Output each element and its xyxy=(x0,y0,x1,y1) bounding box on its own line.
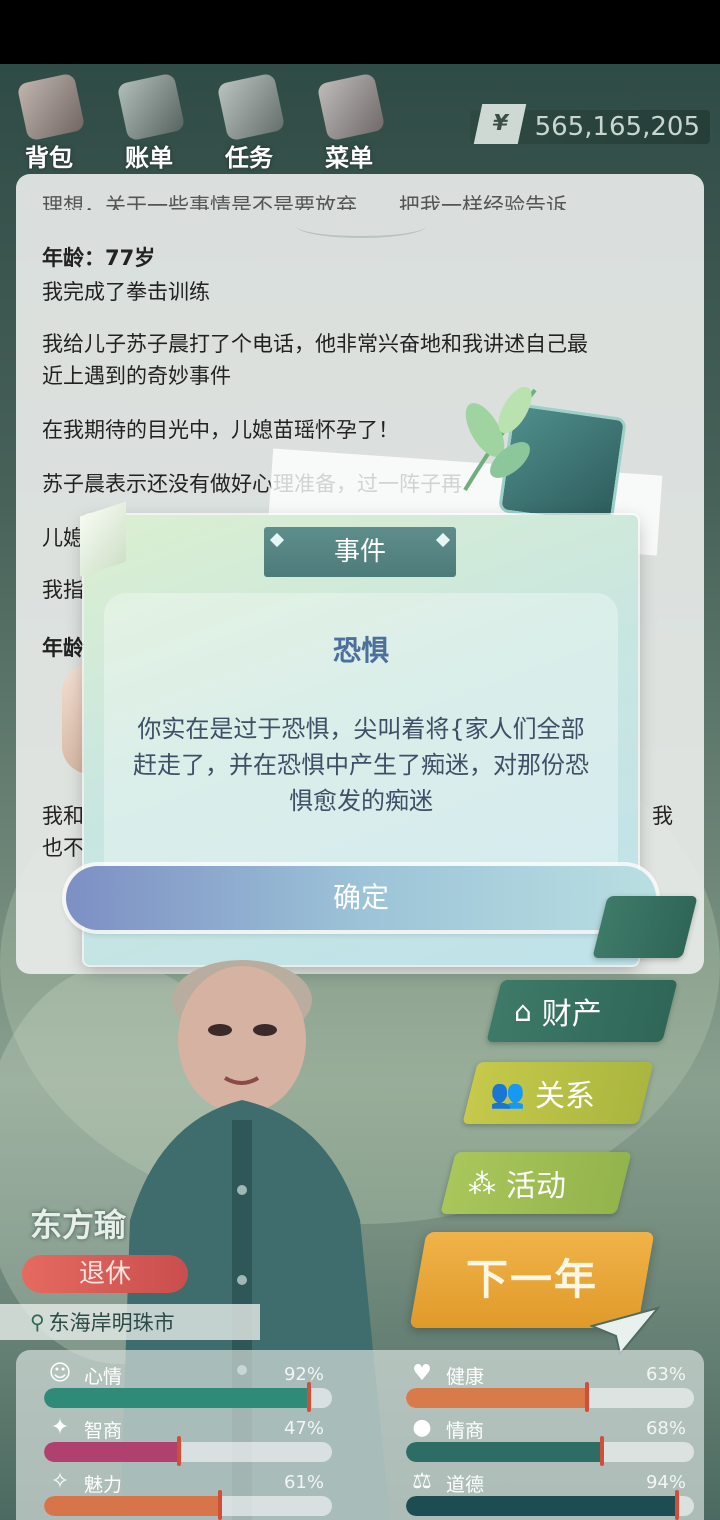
leaf-decor xyxy=(463,386,537,492)
nav-bag-label: 背包 xyxy=(25,144,73,172)
log-cut-line: 理想，关于一些事情是不是要放弃……把我一样经验告诉 xyxy=(42,194,567,210)
stat-percent: 92% xyxy=(283,1364,324,1385)
stat-percent: 68% xyxy=(645,1418,686,1439)
stat-name: 情商 xyxy=(446,1420,485,1442)
bubbles-icon: ⁂ xyxy=(468,1166,496,1200)
modal-title: 恐惧 xyxy=(332,634,389,667)
stat-track xyxy=(406,1496,694,1516)
bag-icon xyxy=(16,72,86,142)
stat-marker xyxy=(177,1436,182,1466)
log-age-label-next: 年龄 xyxy=(42,636,84,660)
bulb-icon: ✦ xyxy=(50,1415,70,1440)
stat-fill xyxy=(44,1442,180,1462)
nav-menu-button[interactable]: 菜单 xyxy=(304,70,394,172)
nav-bill-button[interactable]: 账单 xyxy=(104,70,194,172)
log-entry: 我完成了拳击训练 xyxy=(42,280,210,304)
stat-name: 智商 xyxy=(84,1420,123,1442)
stat-percent: 61% xyxy=(283,1472,324,1493)
job-badge: 退休 xyxy=(22,1255,188,1293)
nav-task-button[interactable]: 任务 xyxy=(204,70,294,172)
stat-marker xyxy=(599,1436,604,1466)
house-icon: ⌂ xyxy=(514,994,532,1028)
stat-eq[interactable]: ● 情商 68% xyxy=(400,1412,694,1466)
star-icon: ✧ xyxy=(50,1469,70,1494)
nav-bag-button[interactable]: 背包 xyxy=(4,70,94,172)
nav-task-label: 任务 xyxy=(225,144,273,172)
stat-name: 心情 xyxy=(84,1366,123,1388)
modal-message: 你实在是过于恐惧，尖叫着将{家人们全部赶走了，并在恐惧中产生了痴迷，对那份恐惧愈… xyxy=(133,715,589,815)
stat-marker xyxy=(585,1382,590,1412)
nav-menu-label: 菜单 xyxy=(325,144,373,172)
diamond-icon xyxy=(269,532,285,548)
stat-iq[interactable]: ✦ 智商 47% xyxy=(38,1412,332,1466)
relations-label: 关系 xyxy=(534,1079,595,1114)
stat-marker xyxy=(306,1382,311,1412)
heart-icon: ♥ xyxy=(412,1361,432,1386)
stat-name: 道德 xyxy=(446,1474,485,1496)
bill-icon xyxy=(116,72,186,142)
stat-marker xyxy=(217,1490,222,1520)
modal-tag: 事件 xyxy=(264,527,456,577)
diamond-icon xyxy=(435,532,451,548)
stat-percent: 94% xyxy=(645,1472,686,1493)
stat-percent: 47% xyxy=(283,1418,324,1439)
activities-label: 活动 xyxy=(506,1169,566,1204)
money-value: 565,165,205 xyxy=(534,112,700,142)
stat-track xyxy=(406,1388,694,1408)
stat-name: 魅力 xyxy=(84,1474,123,1496)
menu-icon xyxy=(316,72,386,142)
log-entry: 我给儿子苏子晨打了个电话，他非常兴奋地和我讲述自己最 xyxy=(42,332,588,356)
people-icon: 👥 xyxy=(490,1076,525,1110)
stat-fill xyxy=(406,1442,602,1462)
relations-button[interactable]: 👥 关系 xyxy=(462,1062,654,1124)
side-menu-hidden-button[interactable] xyxy=(592,896,698,958)
stat-track xyxy=(44,1496,332,1516)
log-age-label: 年龄：77岁 xyxy=(42,246,156,270)
log-entry: 也不 xyxy=(42,836,84,860)
stat-fill xyxy=(406,1496,677,1516)
stat-fill xyxy=(44,1496,220,1516)
assets-label: 财产 xyxy=(541,997,602,1032)
stat-morality[interactable]: ⚖ 道德 94% xyxy=(400,1466,694,1520)
log-entry: 近上遇到的奇妙事件 xyxy=(42,364,231,388)
location-pin-icon: ⚲ xyxy=(30,1310,45,1334)
nav-bill-label: 账单 xyxy=(125,144,173,172)
stat-mood[interactable]: ☺ 心情 92% xyxy=(38,1358,332,1412)
log-ornament xyxy=(296,214,426,238)
modal-tag-label: 事件 xyxy=(333,537,386,567)
stat-health[interactable]: ♥ 健康 63% xyxy=(400,1358,694,1412)
log-entry-trailing: 我 xyxy=(652,804,673,828)
scale-icon: ⚖ xyxy=(412,1469,432,1494)
assets-button[interactable]: ⌂ 财产 xyxy=(486,980,678,1042)
paper-plane-icon xyxy=(590,1306,660,1356)
stat-track xyxy=(44,1388,332,1408)
stats-panel: ☺ 心情 92% ♥ 健康 63% ✦ 智商 47% ● 情商 68% ✧ 魅力… xyxy=(16,1350,704,1520)
money-display: ¥ 565,165,205 xyxy=(470,104,710,144)
location-bar: ⚲ 东海岸明珠市 xyxy=(0,1304,260,1340)
character-name: 东方瑜 xyxy=(30,1206,127,1244)
log-entry: 我指 xyxy=(42,578,84,602)
smile-icon: ☺ xyxy=(48,1361,72,1386)
stat-fill xyxy=(406,1388,588,1408)
apple-icon: ● xyxy=(412,1415,432,1440)
stat-marker xyxy=(674,1490,679,1520)
yen-icon: ¥ xyxy=(473,104,527,144)
stat-track xyxy=(406,1442,694,1462)
stat-fill xyxy=(44,1388,309,1408)
log-entry: 在我期待的目光中，儿媳苗瑶怀孕了！ xyxy=(42,418,399,442)
confirm-button[interactable]: 确定 xyxy=(66,866,656,930)
task-icon xyxy=(216,72,286,142)
stat-charm[interactable]: ✧ 魅力 61% xyxy=(38,1466,332,1520)
stat-name: 健康 xyxy=(446,1366,485,1388)
log-entry: 我和 xyxy=(42,804,84,828)
activities-button[interactable]: ⁂ 活动 xyxy=(440,1152,632,1214)
stat-track xyxy=(44,1442,332,1462)
stat-percent: 63% xyxy=(645,1364,686,1385)
location-label: 东海岸明珠市 xyxy=(48,1311,175,1335)
